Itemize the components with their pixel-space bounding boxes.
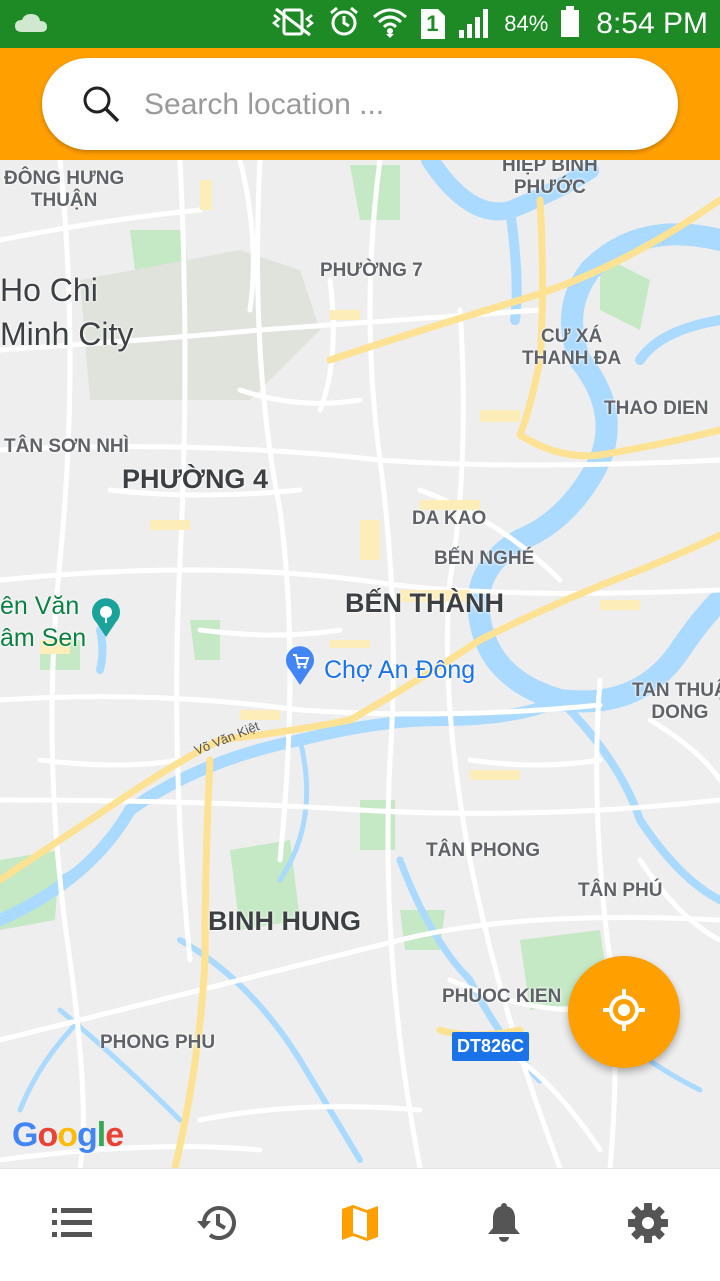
wifi-icon [372,6,408,43]
battery-icon [560,5,580,43]
map-label-dong-hung-thuan: ĐÔNG HƯNG THUẬN [4,168,125,211]
status-bar: 1 84% 8:54 PM [0,0,720,48]
history-icon [194,1203,238,1248]
bell-icon [486,1202,522,1248]
map-label-binh-hung: BINH HUNG [208,906,361,936]
tab-map[interactable] [288,1169,432,1281]
map-label-ben-nghe: BẾN NGHÉ [434,548,535,569]
signal-icon [458,6,492,43]
map-label-phong-phu: PHONG PHU [100,1032,216,1053]
tab-list[interactable] [0,1169,144,1281]
map-label-cu-xa-thanh-da: CƯ XÁ THANH ĐA [522,326,622,369]
battery-percent: 84% [504,11,549,36]
map-label-phuong-7: PHƯỜNG 7 [320,260,423,281]
gps-fixed-icon [600,986,648,1039]
map-label-hiep-binh-phuoc: HIỆP BÌNH PHƯỚC [502,160,598,198]
clock: 8:54 PM [596,7,708,40]
map-label-da-kao: DA KAO [412,508,487,529]
map-label-phuong-4: PHƯỜNG 4 [122,464,268,494]
map-label-cho-an-dong[interactable]: Chợ An Đông [324,656,475,684]
map-icon [341,1204,379,1247]
route-badge: DT826C [452,1032,530,1061]
map-label-tan-thuan-dong: TAN THUẬ DONG [632,680,720,723]
map-label-dam-sen: ên Văn âm Sen [0,592,87,652]
tab-history[interactable] [144,1169,288,1281]
map-label-tan-phong: TÂN PHONG [426,840,540,861]
search-icon [82,85,120,128]
search-bar[interactable] [42,58,678,150]
tab-notifications[interactable] [432,1169,576,1281]
gear-icon [628,1202,668,1248]
map-label-thao-dien: THAO DIEN [604,398,709,419]
search-input[interactable] [142,78,646,132]
status-icons: 1 84% 8:54 PM [270,0,708,48]
alarm-icon [328,6,360,43]
vibrate-icon [270,7,316,42]
map-label-phuoc-kien: PHUOC KIEN [442,986,562,1007]
tab-settings[interactable] [576,1169,720,1281]
my-location-button[interactable] [568,956,680,1068]
map-label-tan-phu: TÂN PHÚ [578,880,663,901]
map-label-tan-son-nhi: TÂN SƠN NHÌ [4,436,129,457]
google-logo: Google [12,1116,124,1154]
map-label-ho-chi-minh-city: Ho Chi Minh City [0,272,134,352]
cloud-icon [14,12,48,39]
sim-icon: 1 [420,8,446,40]
map-label-ben-thanh: BẾN THÀNH [345,588,504,618]
list-icon [52,1206,92,1245]
bottom-navigation [0,1168,720,1281]
